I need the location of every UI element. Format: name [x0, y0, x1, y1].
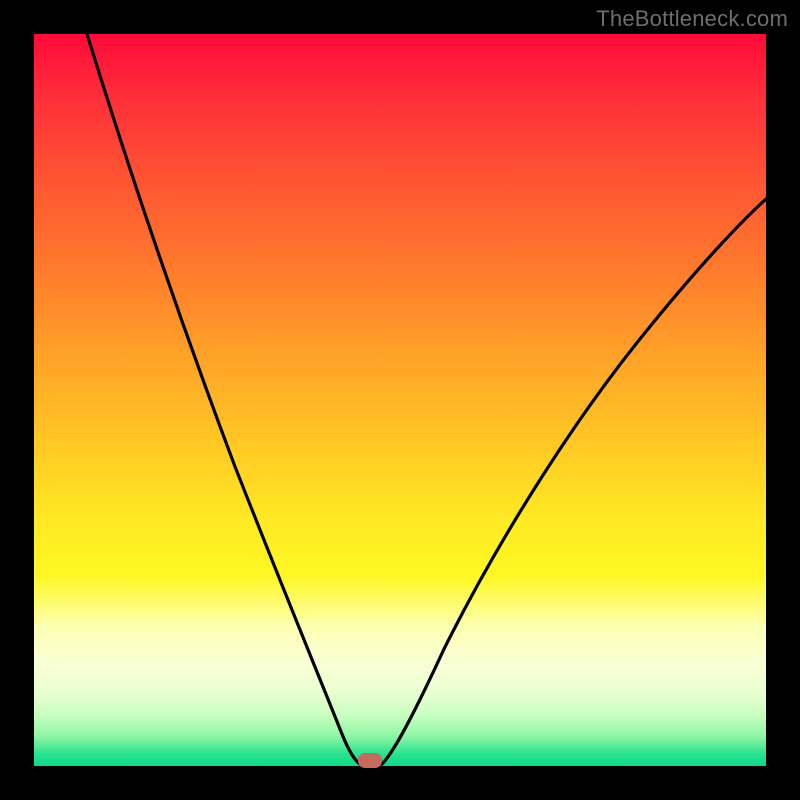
optimal-marker [358, 753, 382, 768]
bottleneck-curve [34, 34, 766, 766]
curve-path [87, 34, 766, 764]
watermark-text: TheBottleneck.com [596, 6, 788, 32]
chart-frame: TheBottleneck.com [0, 0, 800, 800]
